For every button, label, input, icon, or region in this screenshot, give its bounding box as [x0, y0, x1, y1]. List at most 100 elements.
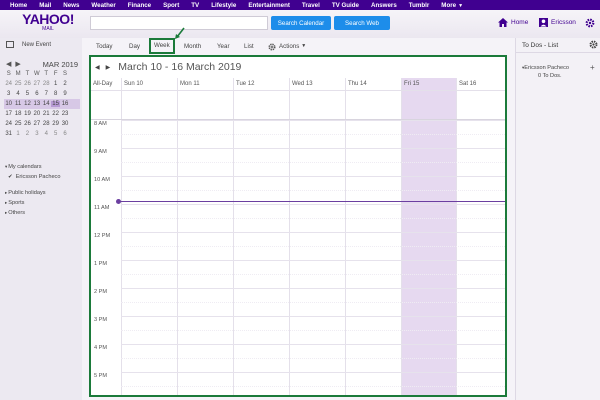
mini-day[interactable]: 26 — [23, 121, 32, 127]
week-view-tab[interactable]: Week — [149, 38, 175, 54]
mini-day[interactable]: 4 — [13, 91, 22, 97]
mini-day[interactable]: 27 — [32, 121, 41, 127]
next-week-icon[interactable]: ▶ — [106, 64, 111, 71]
mini-day[interactable]: 31 — [4, 131, 13, 137]
mini-day[interactable]: 2 — [60, 81, 69, 87]
mini-day[interactable]: 8 — [51, 91, 60, 97]
time-grid[interactable]: 8 AM 9 AM 10 AM 11 AM 12 PM 1 PM 2 PM 3 … — [91, 120, 505, 395]
mini-day[interactable]: 27 — [32, 81, 41, 87]
day-header-sun[interactable]: Sun 10 — [121, 78, 177, 90]
nav-sport[interactable]: Sport — [163, 2, 179, 9]
mini-day[interactable]: 4 — [42, 131, 51, 137]
half-hour-line — [121, 134, 505, 135]
year-view-tab[interactable]: Year — [217, 41, 230, 52]
prev-week-icon[interactable]: ◀ — [95, 64, 100, 71]
mini-day[interactable]: 1 — [13, 131, 22, 137]
others-toggle[interactable]: ▸Others — [5, 210, 25, 216]
mini-day[interactable]: 30 — [60, 121, 69, 127]
mini-day[interactable]: 2 — [23, 131, 32, 137]
day-header-thu[interactable]: Thu 14 — [345, 78, 401, 90]
mini-day[interactable]: 5 — [23, 91, 32, 97]
nav-answers[interactable]: Answers — [371, 2, 397, 9]
my-calendars-toggle[interactable]: ▾My calendars — [5, 164, 42, 170]
mini-day[interactable]: 22 — [51, 111, 60, 117]
month-view-tab[interactable]: Month — [184, 41, 201, 52]
mini-day[interactable]: 17 — [4, 111, 13, 117]
mini-calendar: S M T W T F S 24 25 26 27 28 1 2 3 4 5 6… — [4, 69, 80, 139]
nav-news[interactable]: News — [63, 2, 79, 9]
settings-button[interactable] — [585, 18, 595, 28]
day-header-mon[interactable]: Mon 11 — [177, 78, 233, 90]
dow-cell: T — [25, 71, 30, 77]
mini-day[interactable]: 19 — [23, 111, 32, 117]
day-header-tue[interactable]: Tue 12 — [233, 78, 289, 90]
mini-day[interactable]: 26 — [23, 81, 32, 87]
nav-tv[interactable]: TV — [191, 2, 199, 9]
mini-day[interactable]: 1 — [51, 81, 60, 87]
allday-row[interactable] — [91, 90, 505, 120]
mini-day[interactable]: 24 — [4, 121, 13, 127]
mini-day-today[interactable]: 15 — [50, 101, 61, 107]
mini-day[interactable]: 12 — [23, 101, 32, 107]
sports-toggle[interactable]: ▸Sports — [5, 200, 24, 206]
mini-day[interactable]: 25 — [13, 121, 22, 127]
mini-day[interactable]: 16 — [60, 101, 69, 107]
mini-day[interactable]: 18 — [13, 111, 22, 117]
mini-day[interactable]: 11 — [13, 101, 22, 107]
mini-day[interactable]: 20 — [32, 111, 41, 117]
mini-day[interactable]: 7 — [42, 91, 51, 97]
list-view-tab[interactable]: List — [244, 41, 254, 52]
mini-day[interactable]: 9 — [60, 91, 69, 97]
nav-tumblr[interactable]: Tumblr — [409, 2, 430, 9]
check-icon: ✔ — [8, 174, 13, 180]
mini-day[interactable]: 13 — [32, 101, 41, 107]
nav-mail[interactable]: Mail — [39, 2, 51, 9]
day-header-sat[interactable]: Sat 16 — [456, 78, 505, 90]
nav-weather[interactable]: Weather — [91, 2, 115, 9]
nav-finance[interactable]: Finance — [128, 2, 151, 9]
nav-entertainment[interactable]: Entertainment — [248, 2, 290, 9]
mini-day[interactable]: 14 — [42, 101, 51, 107]
yahoo-mail-logo[interactable]: YAHOO! MAIL — [18, 12, 78, 32]
nav-more[interactable]: More ▼ — [441, 2, 463, 9]
calendar-title-bar: ◀ ▶ March 10 - 16 March 2019 — [91, 57, 505, 77]
mini-day[interactable]: 3 — [4, 91, 13, 97]
search-web-button[interactable]: Search Web — [334, 16, 390, 30]
chevron-down-icon: ▼ — [301, 43, 307, 49]
mini-day[interactable]: 3 — [32, 131, 41, 137]
mini-day[interactable]: 28 — [42, 121, 51, 127]
todo-settings-button[interactable] — [589, 40, 598, 51]
mini-day[interactable]: 28 — [42, 81, 51, 87]
new-event-button[interactable]: New Event — [6, 41, 51, 48]
mini-day[interactable]: 6 — [32, 91, 41, 97]
todo-user-toggle[interactable]: ▾Ericsson Pacheco — [522, 65, 569, 71]
nav-lifestyle[interactable]: Lifestyle — [211, 2, 236, 9]
mini-week-row-selected: 10 11 12 13 14 15 16 — [4, 99, 80, 109]
search-calendar-button[interactable]: Search Calendar — [271, 16, 331, 30]
nav-home[interactable]: Home — [10, 2, 27, 9]
mini-day[interactable]: 6 — [60, 131, 69, 137]
user-menu[interactable]: Ericsson — [539, 18, 576, 27]
day-header-wed[interactable]: Wed 13 — [289, 78, 345, 90]
nav-travel[interactable]: Travel — [302, 2, 320, 9]
add-todo-icon[interactable]: + — [590, 63, 595, 72]
mini-day[interactable]: 24 — [4, 81, 13, 87]
day-header-fri[interactable]: Fri 15 — [401, 78, 456, 90]
mini-prev-icon[interactable]: ◀ — [6, 60, 11, 69]
mini-day[interactable]: 10 — [4, 101, 13, 107]
actions-menu[interactable]: Actions ▼ — [268, 41, 306, 52]
mini-day[interactable]: 29 — [51, 121, 60, 127]
mini-day[interactable]: 21 — [42, 111, 51, 117]
mini-next-icon[interactable]: ▶ — [15, 60, 20, 69]
time-label: 4 PM — [94, 345, 108, 351]
my-calendar-item[interactable]: ✔ Ericsson Pacheco — [8, 174, 60, 180]
today-button[interactable]: Today — [96, 41, 113, 52]
home-link[interactable]: Home — [498, 18, 528, 27]
mini-day[interactable]: 23 — [60, 111, 69, 117]
chevron-right-icon: ▸ — [5, 200, 8, 205]
mini-day[interactable]: 25 — [13, 81, 22, 87]
nav-tv-guide[interactable]: TV Guide — [332, 2, 359, 9]
day-view-tab[interactable]: Day — [129, 41, 140, 52]
public-holidays-toggle[interactable]: ▸Public holidays — [5, 190, 46, 196]
mini-day[interactable]: 5 — [51, 131, 60, 137]
